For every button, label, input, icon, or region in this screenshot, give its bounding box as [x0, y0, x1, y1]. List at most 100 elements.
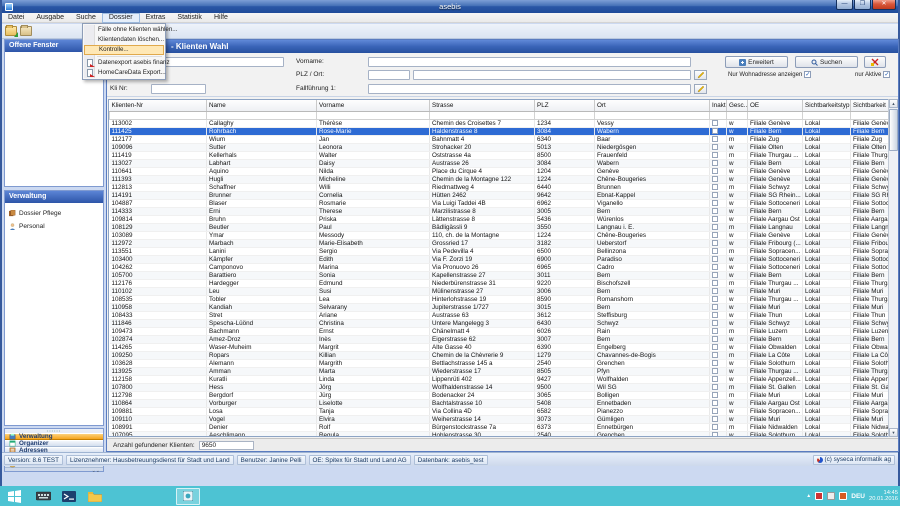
table-row[interactable]: 110102LeuSusiMülinenstrasse 273006BernwF…	[110, 287, 890, 295]
inaktiv-checkbox[interactable]	[712, 384, 718, 390]
column-header-strasse[interactable]: Strasse	[430, 100, 535, 111]
nav-organizer[interactable]: Organizer	[5, 440, 103, 447]
cell-inaktiv[interactable]	[710, 375, 727, 383]
inaktiv-checkbox[interactable]	[712, 152, 718, 158]
inaktiv-checkbox[interactable]	[712, 352, 718, 358]
kli-nr-input[interactable]	[151, 84, 206, 94]
inaktiv-checkbox[interactable]	[712, 128, 718, 134]
menu-dossier[interactable]: Dossier	[102, 13, 140, 23]
aktive-checkbox-box[interactable]: ✓	[883, 71, 890, 78]
cell-inaktiv[interactable]	[710, 215, 727, 223]
table-row[interactable]: 110958KandiahSelvaranyJupiterstrasse 1/7…	[110, 303, 890, 311]
cell-inaktiv[interactable]	[710, 431, 727, 437]
cell-inaktiv[interactable]	[710, 263, 727, 271]
cell-inaktiv[interactable]	[710, 343, 727, 351]
table-row[interactable]: 104262CamponovoMarinaVia Pronuovo 266965…	[110, 263, 890, 271]
close-button[interactable]: ✕	[872, 0, 896, 10]
table-row[interactable]: 112798BergdorfJürgBodenacker 243065Bolli…	[110, 391, 890, 399]
cell-inaktiv[interactable]	[710, 119, 727, 127]
plz-input[interactable]	[368, 70, 410, 80]
inaktiv-checkbox[interactable]	[712, 296, 718, 302]
table-row[interactable]: 105700BarattieroSoniaKapellenstrasse 273…	[110, 271, 890, 279]
table-row[interactable]: 108991DenierRolfBürgenstockstrasse 7a637…	[110, 423, 890, 431]
cell-inaktiv[interactable]	[710, 391, 727, 399]
cell-inaktiv[interactable]	[710, 151, 727, 159]
table-row[interactable]: 113551LaniniSergioVia Pedevilla 46500Bel…	[110, 247, 890, 255]
cell-inaktiv[interactable]	[710, 239, 727, 247]
filter-cell-strasse[interactable]	[430, 111, 535, 119]
cell-inaktiv[interactable]	[710, 287, 727, 295]
table-row[interactable]: 114191BrunnerCorneliaHütten 24629642Ebna…	[110, 191, 890, 199]
cell-inaktiv[interactable]	[710, 351, 727, 359]
table-row[interactable]: 112158KuratliLindaLippenrüti 4029427Wolf…	[110, 375, 890, 383]
table-row[interactable]: 113002CallaghyThérèseChemin des Croisett…	[110, 119, 890, 127]
vorname-input[interactable]	[368, 57, 691, 67]
inaktiv-checkbox[interactable]	[712, 248, 718, 254]
cell-inaktiv[interactable]	[710, 399, 727, 407]
ort-lookup-button[interactable]	[694, 70, 707, 80]
column-header-plz[interactable]: PLZ	[535, 100, 595, 111]
table-row[interactable]: 114265Waser-MuheimMargritAlte Gasse 4063…	[110, 343, 890, 351]
inaktiv-checkbox[interactable]	[712, 304, 718, 310]
inaktiv-checkbox[interactable]	[712, 232, 718, 238]
column-header-oe[interactable]: OE	[748, 100, 803, 111]
restore-button[interactable]: ❐	[854, 0, 871, 10]
inaktiv-checkbox[interactable]	[712, 320, 718, 326]
inaktiv-checkbox[interactable]	[712, 208, 718, 214]
inaktiv-checkbox[interactable]	[712, 272, 718, 278]
inaktiv-checkbox[interactable]	[712, 416, 718, 422]
table-row[interactable]: 111846Spescha-LüöndChristinaUntere Mange…	[110, 319, 890, 327]
table-row[interactable]: 109814BruhnPriskaLättenstrasse 85436Würe…	[110, 215, 890, 223]
tray-expand-icon[interactable]: ▲	[806, 493, 811, 499]
table-row[interactable]: 108129BeutlerPaulBädligässli 93550Langna…	[110, 223, 890, 231]
inaktiv-checkbox[interactable]	[712, 264, 718, 270]
clock[interactable]: 14:45 20.01.2016	[869, 490, 898, 503]
cell-inaktiv[interactable]	[710, 135, 727, 143]
clear-filter-button[interactable]	[864, 56, 886, 68]
table-row[interactable]: 108433StretArianeAustrasse 633612Steffis…	[110, 311, 890, 319]
filter-cell-vorname[interactable]	[317, 111, 430, 119]
cell-inaktiv[interactable]	[710, 327, 727, 335]
taskbar-asebis-button[interactable]	[176, 488, 200, 505]
menu-item-faelle-ohne-klienten[interactable]: Fälle ohne Klienten wählen...	[84, 25, 164, 35]
cell-inaktiv[interactable]	[710, 271, 727, 279]
table-filter-row[interactable]	[110, 111, 890, 119]
menu-extras[interactable]: Extras	[140, 13, 172, 23]
filter-cell-ort[interactable]	[595, 111, 710, 119]
column-header-vorname[interactable]: Vorname	[317, 100, 430, 111]
taskbar-keyboard-icon[interactable]	[32, 488, 54, 504]
sidebar-item-personal[interactable]: Personal	[9, 220, 103, 233]
column-header-ort[interactable]: Ort	[595, 100, 710, 111]
cell-inaktiv[interactable]	[710, 183, 727, 191]
open-dossier-icon[interactable]	[5, 26, 17, 36]
cell-inaktiv[interactable]	[710, 231, 727, 239]
table-row[interactable]: 111425RohrbachRose-MarieHaldenstrasse 83…	[110, 127, 890, 135]
table-row[interactable]: 103089YmarMessody110, ch. de la Montagne…	[110, 231, 890, 239]
column-header-inaktiv[interactable]: Inaktiv	[710, 100, 727, 111]
filter-cell-plz[interactable]	[535, 111, 595, 119]
inaktiv-checkbox[interactable]	[712, 344, 718, 350]
inaktiv-checkbox[interactable]	[712, 368, 718, 374]
table-row[interactable]: 112972MarbachMarie-ElisabethGrossried 17…	[110, 239, 890, 247]
table-scrollbar[interactable]: ▲ ▼	[888, 99, 897, 437]
menu-item-homecaredata-export[interactable]: HomeCareData Export...	[84, 68, 164, 78]
minimize-button[interactable]: —	[836, 0, 853, 10]
table-row[interactable]: 109250RoparsKillianChemin de la Chèvreri…	[110, 351, 890, 359]
inaktiv-checkbox[interactable]	[712, 408, 718, 414]
column-header-sichtbarkeit[interactable]: Sichtbarkeit	[851, 100, 890, 111]
table-row[interactable]: 103628AlemannMargrithBettlachstrasse 145…	[110, 359, 890, 367]
scroll-up-arrow[interactable]: ▲	[889, 99, 898, 108]
cell-inaktiv[interactable]	[710, 415, 727, 423]
cell-inaktiv[interactable]	[710, 167, 727, 175]
inaktiv-checkbox[interactable]	[712, 256, 718, 262]
inaktiv-checkbox[interactable]	[712, 360, 718, 366]
inaktiv-checkbox[interactable]	[712, 224, 718, 230]
filter-cell-oe[interactable]	[748, 111, 803, 119]
menu-item-klientendaten-loeschen[interactable]: Klientendaten löschen...	[84, 35, 164, 45]
table-row[interactable]: 114333ErniThereseMarzilistrasse 83005Ber…	[110, 207, 890, 215]
filter-cell-sichtbarkeitstyp[interactable]	[803, 111, 851, 119]
table-row[interactable]: 102874Amez-DrozInèsEigerstrasse 623007Be…	[110, 335, 890, 343]
table-row[interactable]: 107800HessJörgWolfhaldenstrasse 149500Wi…	[110, 383, 890, 391]
cell-inaktiv[interactable]	[710, 199, 727, 207]
cell-inaktiv[interactable]	[710, 319, 727, 327]
